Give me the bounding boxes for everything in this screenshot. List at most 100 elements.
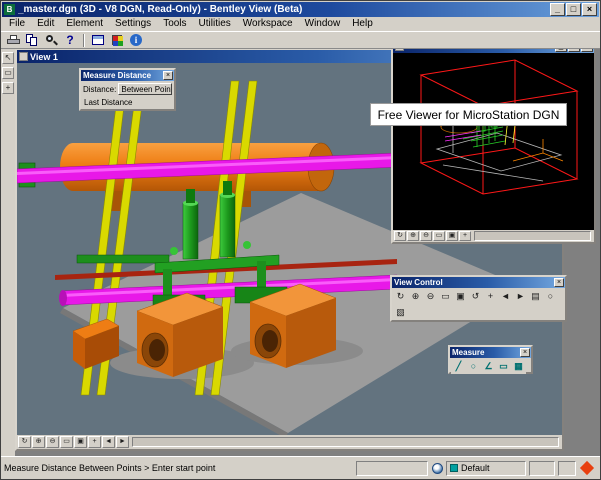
distance-row: Distance: Between Points (83, 83, 172, 95)
measure-palette-row: ╱ ○ ∠ ▭ ▦ (450, 358, 531, 374)
fit-view-icon[interactable]: ▣ (446, 231, 458, 241)
maximize-button[interactable]: □ (566, 3, 581, 16)
select-pointer-icon[interactable]: ↖ (2, 52, 14, 64)
zoom-in-icon[interactable]: ⊕ (407, 231, 419, 241)
close-button[interactable]: × (582, 3, 597, 16)
menu-help[interactable]: Help (346, 17, 379, 31)
zoom-in-icon[interactable]: ⊕ (408, 289, 423, 304)
view-control-row1: ↻ ⊕ ⊖ ▭ ▣ ↺ + ◄ ► ▤ ○ (392, 288, 565, 304)
snap-cross-icon[interactable]: + (2, 82, 14, 94)
measure-palette-close-button[interactable]: × (520, 348, 530, 357)
measure-distance-titlebar[interactable]: Measure Distance × (81, 70, 174, 81)
distance-label: Distance: (83, 85, 116, 94)
measure-length-icon[interactable]: ▭ (496, 359, 511, 374)
menu-file[interactable]: File (3, 17, 31, 31)
view-next-icon[interactable]: ► (116, 436, 129, 448)
zoom-out-icon[interactable]: ⊖ (423, 289, 438, 304)
active-level-chip (450, 464, 458, 472)
view2-scene[interactable] (393, 53, 594, 230)
pan-view-icon[interactable]: + (483, 289, 498, 304)
zoom-in-icon[interactable]: ⊕ (32, 436, 45, 448)
update-view-icon[interactable]: ↻ (393, 289, 408, 304)
window-area-icon[interactable]: ▭ (60, 436, 73, 448)
view-perspective-icon[interactable]: ○ (543, 289, 558, 304)
menu-element[interactable]: Element (60, 17, 109, 31)
status-message: Measure Distance Between Points > Enter … (4, 463, 353, 473)
active-level-field[interactable]: Default (446, 461, 526, 476)
measure-palette-title: Measure (452, 348, 519, 357)
navigate-view-icon[interactable]: ▧ (393, 305, 408, 320)
bentley-alert-icon[interactable] (580, 461, 594, 475)
measure-distance-close-button[interactable]: × (163, 71, 173, 80)
models-icon[interactable] (89, 32, 107, 48)
distance-mode-dropdown[interactable]: Between Points (118, 83, 172, 95)
window-area-icon[interactable]: ▭ (438, 289, 453, 304)
view-control-close-button[interactable]: × (554, 278, 564, 287)
active-level-label: Default (461, 463, 490, 473)
view-control-row2: ▧ (392, 304, 565, 320)
view-previous-icon[interactable]: ◄ (498, 289, 513, 304)
copy-icon[interactable] (23, 32, 41, 48)
view-control-palette: View Control × ↻ ⊕ ⊖ ▭ ▣ ↺ + ◄ ► ▤ ○ ▧ (390, 275, 567, 322)
pan-view-icon[interactable]: + (88, 436, 101, 448)
measure-palette-titlebar[interactable]: Measure × (450, 347, 531, 358)
measure-distance-icon[interactable]: ╱ (451, 359, 466, 374)
help-icon[interactable]: ? (61, 32, 79, 48)
view-control-title: View Control (394, 278, 553, 287)
measure-angle-icon[interactable]: ∠ (481, 359, 496, 374)
menu-settings[interactable]: Settings (109, 17, 157, 31)
view1-horizontal-scrollbar[interactable] (132, 437, 559, 447)
toolbar-separator (83, 34, 85, 47)
status-extra-field[interactable] (558, 461, 576, 476)
app-title: _master.dgn (3D - V8 DGN, Read-Only) - B… (18, 4, 549, 15)
measure-distance-dialog: Measure Distance × Distance: Between Poi… (79, 68, 176, 111)
measure-distance-title: Measure Distance (83, 71, 162, 80)
menubar: File Edit Element Settings Tools Utiliti… (1, 17, 600, 31)
main-toolbar: ? i (1, 31, 600, 49)
menu-window[interactable]: Window (299, 17, 347, 31)
measure-radius-icon[interactable]: ○ (466, 359, 481, 374)
info-icon[interactable]: i (127, 32, 145, 48)
left-tool-strip: ↖ ▭ + (1, 50, 15, 458)
update-view-icon[interactable]: ↻ (18, 436, 31, 448)
pan-view-icon[interactable]: + (459, 231, 471, 241)
statusbar: Measure Distance Between Points > Enter … (1, 456, 600, 479)
fit-view-icon[interactable]: ▣ (453, 289, 468, 304)
zoom-out-icon[interactable]: ⊖ (46, 436, 59, 448)
view2-border-toolbar: ↻ ⊕ ⊖ ▭ ▣ + (393, 230, 594, 242)
minimize-button[interactable]: _ (550, 3, 565, 16)
distance-mode-value: Between Points (121, 85, 172, 94)
view-next-icon[interactable]: ► (513, 289, 528, 304)
menu-edit[interactable]: Edit (31, 17, 60, 31)
app-titlebar[interactable]: B _master.dgn (3D - V8 DGN, Read-Only) -… (2, 2, 599, 17)
status-lock-field[interactable] (529, 461, 555, 476)
view-previous-icon[interactable]: ◄ (102, 436, 115, 448)
menu-utilities[interactable]: Utilities (193, 17, 237, 31)
view2-horizontal-scrollbar[interactable] (474, 231, 591, 241)
menu-tools[interactable]: Tools (157, 17, 192, 31)
last-distance-label: Last Distance (84, 98, 174, 107)
menu-workspace[interactable]: Workspace (237, 17, 299, 31)
accusnap-icon[interactable] (432, 463, 443, 474)
bentley-view-app-window: B _master.dgn (3D - V8 DGN, Read-Only) -… (0, 0, 601, 480)
view-control-titlebar[interactable]: View Control × (392, 277, 565, 288)
status-snap-field[interactable] (356, 461, 428, 476)
bentley-app-icon: B (4, 4, 15, 15)
view2-window: View 2 - Isometric _ □ × (391, 38, 596, 244)
view2-background (393, 53, 594, 230)
print-icon[interactable] (4, 32, 22, 48)
colors-icon[interactable] (108, 32, 126, 48)
zoom-out-icon[interactable]: ⊖ (420, 231, 432, 241)
view2-canvas[interactable] (393, 53, 594, 230)
fence-icon[interactable]: ▭ (2, 67, 14, 79)
free-viewer-caption: Free Viewer for MicroStation DGN (370, 103, 567, 126)
fit-view-icon[interactable]: ▣ (74, 436, 87, 448)
measure-palette: Measure × ╱ ○ ∠ ▭ ▦ (448, 345, 533, 374)
view1-border-toolbar: ↻ ⊕ ⊖ ▭ ▣ + ◄ ► (17, 435, 562, 449)
rotate-view-icon[interactable]: ↺ (468, 289, 483, 304)
preview-icon[interactable] (42, 32, 60, 48)
measure-area-icon[interactable]: ▦ (511, 359, 526, 374)
copy-view-icon[interactable]: ▤ (528, 289, 543, 304)
window-area-icon[interactable]: ▭ (433, 231, 445, 241)
update-view-icon[interactable]: ↻ (394, 231, 406, 241)
